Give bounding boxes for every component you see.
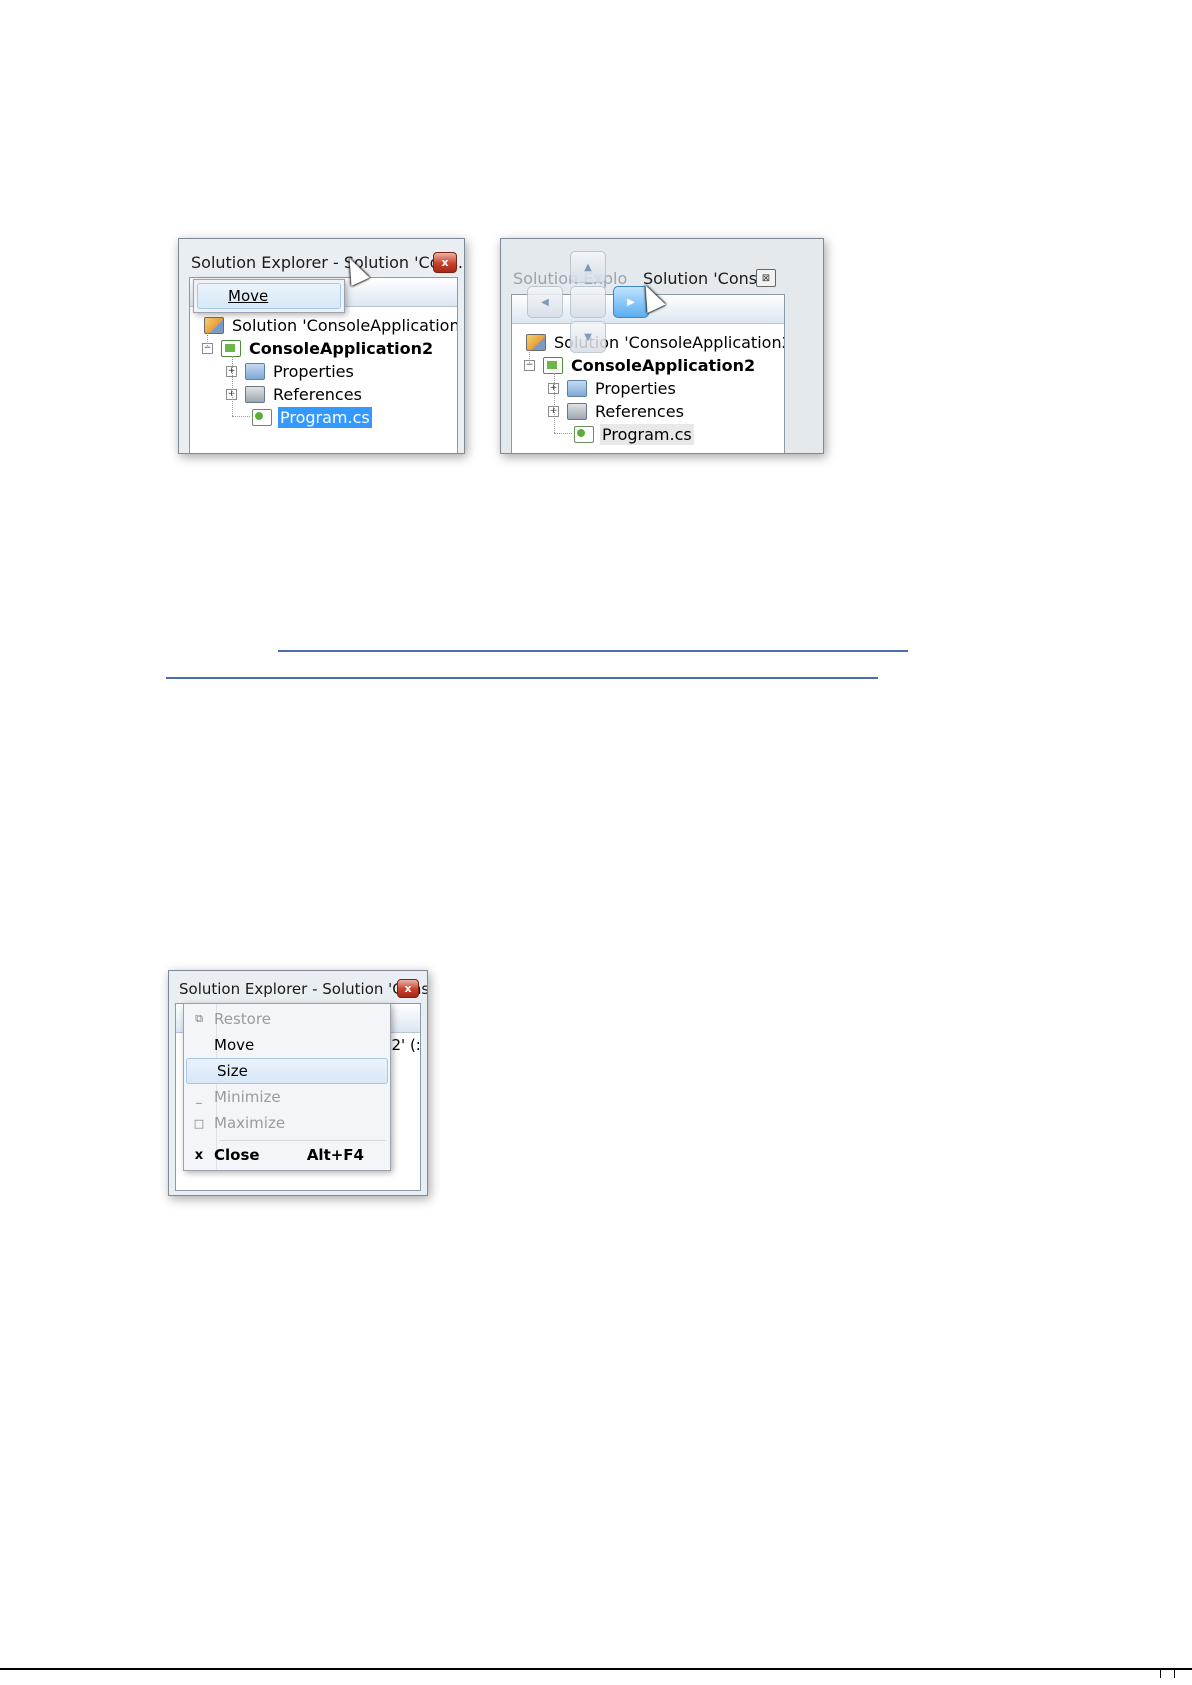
- solution-explorer-window-left: Solution Explorer - Solution 'Cons... x …: [178, 238, 465, 454]
- tree-item-program-cs[interactable]: Program.cs: [252, 407, 372, 428]
- tree-guide-line: [554, 373, 555, 433]
- dock-center-button[interactable]: [570, 286, 606, 318]
- close-button[interactable]: x: [433, 252, 457, 273]
- dock-bottom-button[interactable]: ▼: [570, 321, 606, 353]
- tree-guide-line: [232, 356, 233, 416]
- tree-guide-line: [207, 332, 208, 346]
- minimize-icon: _: [196, 1090, 202, 1104]
- tree-item-program-cs[interactable]: Program.cs: [574, 424, 694, 445]
- tree-item-properties[interactable]: + Properties: [548, 378, 678, 399]
- menu-item-close[interactable]: x Close Alt+F4: [184, 1142, 390, 1168]
- csharp-file-icon: [252, 409, 272, 426]
- window-system-menu: Move: [193, 279, 345, 313]
- tree-item-label: Properties: [595, 379, 676, 398]
- arrow-down-icon: ▼: [584, 331, 592, 343]
- menu-item-label: Size: [217, 1062, 248, 1080]
- properties-folder-icon: [567, 380, 587, 397]
- menu-item-label: Maximize: [214, 1114, 286, 1132]
- menu-item-label: Minimize: [214, 1088, 281, 1106]
- tree-item-label: Program.cs: [600, 424, 694, 445]
- menu-item-move[interactable]: Move: [197, 283, 341, 309]
- properties-folder-icon: [245, 363, 265, 380]
- close-icon: x: [404, 982, 412, 995]
- tree-item-label: Properties: [273, 362, 354, 381]
- close-button[interactable]: x: [397, 979, 419, 998]
- menu-item-move[interactable]: Move: [184, 1032, 390, 1058]
- arrow-up-icon: ▲: [584, 261, 592, 273]
- window-title: Solution Explorer - Solution 'Cons...: [191, 253, 465, 272]
- solution-explorer-window-right: Solution Explo Solution 'Cons... ⊠ Solut…: [500, 238, 824, 454]
- tree-item-label: References: [595, 402, 684, 421]
- tree-guide-line: [554, 433, 572, 434]
- close-icon: x: [194, 1147, 204, 1163]
- menu-separator: [220, 1140, 386, 1141]
- tree-item-label: Solution 'ConsoleApplication2' (:: [232, 316, 458, 335]
- close-icon: x: [441, 256, 449, 269]
- page-footer-rule: [0, 1668, 1192, 1670]
- tree-guide-line: [232, 416, 250, 417]
- menu-item-shortcut: Alt+F4: [306, 1146, 364, 1164]
- tree-item-references[interactable]: + References: [548, 401, 686, 422]
- menu-item-minimize[interactable]: _ Minimize: [184, 1084, 390, 1110]
- dock-top-button[interactable]: ▲: [570, 251, 606, 283]
- tree-item-label: ConsoleApplication2: [249, 339, 434, 358]
- references-folder-icon: [567, 403, 587, 420]
- close-icon: ⊠: [761, 272, 771, 284]
- restore-icon: ⧉: [195, 1012, 203, 1025]
- hyperlink-underline[interactable]: [166, 677, 878, 679]
- csharp-file-icon: [574, 426, 594, 443]
- tree-item-label: Program.cs: [278, 407, 372, 428]
- tree-item-properties[interactable]: + Properties: [226, 361, 356, 382]
- menu-item-restore[interactable]: ⧉ Restore: [184, 1006, 390, 1032]
- footer-tick: [1160, 1670, 1161, 1678]
- window-title: Solution Explorer - Solution 'Cons...: [179, 980, 428, 998]
- hyperlink-underline[interactable]: [278, 650, 908, 652]
- menu-item-label: Move: [214, 1036, 255, 1054]
- tree-item-solution[interactable]: Solution 'ConsoleApplication2' (:: [204, 315, 458, 336]
- tree-item-references[interactable]: + References: [226, 384, 364, 405]
- menu-item-label: Move: [228, 287, 269, 305]
- footer-tick: [1174, 1670, 1175, 1678]
- tree-item-project[interactable]: − ConsoleApplication2: [202, 338, 435, 359]
- menu-item-size[interactable]: Size: [186, 1058, 388, 1084]
- window-system-menu: ⧉ Restore Move Size _ Minimize □ Maximiz…: [183, 1003, 391, 1171]
- menu-item-maximize[interactable]: □ Maximize: [184, 1110, 390, 1136]
- tree-item-label: References: [273, 385, 362, 404]
- arrow-right-icon: ▶: [627, 296, 635, 308]
- solution-explorer-window-sysmenu: Solution Explorer - Solution 'Cons... x …: [168, 970, 428, 1196]
- maximize-icon: □: [193, 1116, 205, 1130]
- menu-item-label: Restore: [214, 1010, 271, 1028]
- close-button[interactable]: ⊠: [756, 269, 776, 287]
- arrow-left-icon: ◀: [541, 296, 549, 308]
- csharp-project-icon: [221, 340, 241, 357]
- dock-left-button[interactable]: ◀: [527, 286, 563, 318]
- menu-item-label: Close: [214, 1146, 260, 1164]
- references-folder-icon: [245, 386, 265, 403]
